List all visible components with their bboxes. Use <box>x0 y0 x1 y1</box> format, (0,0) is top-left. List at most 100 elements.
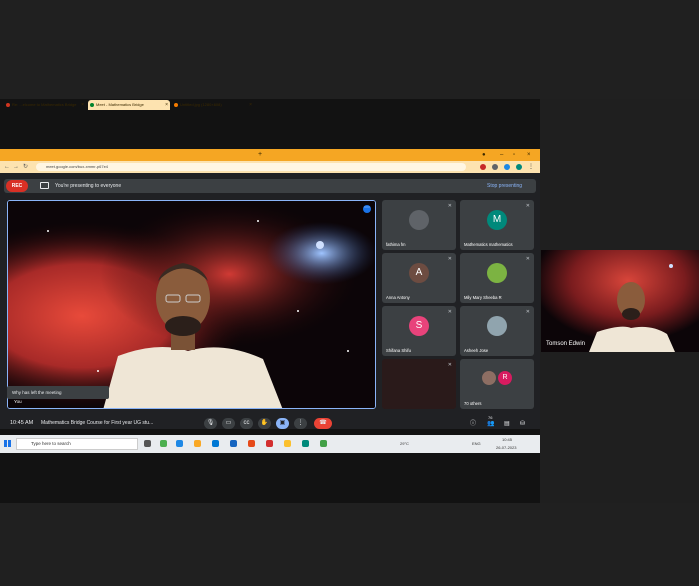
browser-tab[interactable]: Re: ...elcome to Mathematics Bridge × <box>4 100 86 110</box>
activities-icon[interactable]: ⛁ <box>520 418 525 430</box>
participant-avatar <box>487 263 507 283</box>
chrome-icon[interactable] <box>284 440 291 447</box>
tab-label: Untitled.jpg (1280×608) <box>180 102 222 107</box>
mic-off-icon: ✕ <box>447 203 452 209</box>
participant-avatar: S <box>409 316 429 336</box>
speaker-thumbnail-tile[interactable] <box>541 250 699 352</box>
letterbox-bottom <box>0 503 699 586</box>
participant-tile[interactable]: S ✕ Shifana Shifu <box>382 306 456 356</box>
browser-tab-active[interactable]: Meet - Mathematics Bridge × <box>88 100 170 110</box>
browser-tabstrip <box>0 149 540 161</box>
browser-tab[interactable]: Untitled.jpg (1280×608) × <box>172 100 254 110</box>
file-explorer-icon[interactable] <box>194 440 201 447</box>
leave-call-button[interactable]: ☎ <box>314 418 332 429</box>
image-icon <box>174 103 178 107</box>
tab-label: Meet - Mathematics Bridge <box>96 102 144 107</box>
minimize-icon[interactable]: – <box>500 149 503 161</box>
language-indicator[interactable]: ENG <box>472 439 481 449</box>
speaker-name-label: Tomson Edwin <box>546 341 586 347</box>
weather-widget[interactable]: 29°C <box>400 439 409 449</box>
captions-button[interactable]: cc <box>240 418 253 429</box>
recording-badge: REC <box>6 180 28 192</box>
participant-name: Mily Mary Sheeba R <box>464 295 502 300</box>
mic-button[interactable]: 🎙 <box>204 418 217 429</box>
participant-name: Shifana Shifu <box>386 348 411 353</box>
mic-off-icon: ✕ <box>525 256 530 262</box>
meet-icon <box>90 103 94 107</box>
meeting-clock: 10:45 AM <box>10 420 34 426</box>
left-meeting-notification: Why has left the meeting <box>7 386 109 399</box>
maximize-icon[interactable]: ▫ <box>513 149 515 161</box>
windows-start-icon[interactable] <box>4 440 11 447</box>
mic-off-icon: ✕ <box>447 362 452 368</box>
mic-off-icon: ✕ <box>525 309 530 315</box>
reload-icon[interactable]: ↻ <box>23 161 28 173</box>
taskbar-app-icon[interactable] <box>320 440 327 447</box>
meeting-info-icon[interactable]: ⓘ <box>470 418 476 430</box>
letterbox-top <box>0 0 699 99</box>
screen: Re: ...elcome to Mathematics Bridge × Me… <box>0 0 699 586</box>
more-options-button[interactable]: ⋮ <box>294 418 307 429</box>
new-tab-button[interactable]: + <box>258 149 262 161</box>
taskbar-clock-date[interactable]: 26-07-2023 <box>496 443 516 453</box>
participant-name: Asheeh Jose <box>464 348 489 353</box>
others-avatar: R <box>498 371 512 385</box>
office-icon[interactable] <box>248 440 255 447</box>
close-icon[interactable]: × <box>165 100 168 110</box>
presenting-status: You're presenting to everyone <box>55 183 122 189</box>
participant-tile[interactable]: ✕ fathima fm <box>382 200 456 250</box>
participant-avatar: M <box>487 210 507 230</box>
raise-hand-button[interactable]: ✋ <box>258 418 271 429</box>
window-close-icon[interactable]: × <box>527 149 531 161</box>
edge-icon[interactable] <box>176 440 183 447</box>
forward-icon[interactable]: → <box>13 161 19 173</box>
others-avatar-photo <box>482 371 496 385</box>
close-icon[interactable]: × <box>249 100 252 110</box>
profile-icon[interactable]: ● <box>482 149 486 161</box>
speaker-video <box>8 201 375 408</box>
participant-name: fathima fm <box>386 242 406 247</box>
meeting-title: Mathematics Bridge Course for First year… <box>41 420 154 426</box>
meet-app-icon[interactable] <box>302 440 309 447</box>
mic-off-icon: ✕ <box>447 309 452 315</box>
self-name-label: You <box>14 399 22 404</box>
mic-off-icon: ✕ <box>525 203 530 209</box>
camera-button[interactable]: ▭ <box>222 418 235 429</box>
participant-tile[interactable]: ✕ Asheeh Jose <box>460 306 534 356</box>
close-icon[interactable]: × <box>81 100 84 110</box>
present-screen-icon <box>40 182 49 189</box>
menu-icon[interactable]: ⋮ <box>528 161 534 173</box>
participant-tile[interactable]: A ✕ Anna Antony <box>382 253 456 303</box>
taskbar-app-icon[interactable] <box>160 440 167 447</box>
others-tile[interactable]: R 70 others <box>460 359 534 409</box>
stop-presenting-button[interactable]: Stop presenting <box>487 180 522 192</box>
main-video-tile[interactable]: ⋯ <box>7 200 376 409</box>
bookmark-icon[interactable] <box>504 164 510 170</box>
tab-label: Re: ...elcome to Mathematics Bridge <box>12 102 77 107</box>
speaker-thumbnail-video <box>541 250 699 352</box>
acrobat-icon[interactable] <box>266 440 273 447</box>
mail-icon[interactable] <box>230 440 237 447</box>
participant-avatar <box>487 316 507 336</box>
participant-avatar: A <box>409 263 429 283</box>
present-button[interactable]: ▣ <box>276 418 289 429</box>
taskbar-search-input[interactable]: Type here to search <box>16 438 138 450</box>
chat-icon[interactable]: ▤ <box>504 418 510 430</box>
participant-name: Anna Antony <box>386 295 410 300</box>
back-icon[interactable]: ← <box>4 161 10 173</box>
store-icon[interactable] <box>212 440 219 447</box>
participant-avatar <box>409 210 429 230</box>
extensions-puzzle-icon[interactable] <box>492 164 498 170</box>
participant-count-badge: 76 <box>488 415 493 420</box>
gmail-icon <box>6 103 10 107</box>
extension-icon[interactable] <box>480 164 486 170</box>
shared-screen: Re: ...elcome to Mathematics Bridge × Me… <box>0 99 540 503</box>
address-bar[interactable]: meet.google.com/bux-xmmr-p67e4 <box>36 163 466 171</box>
task-view-icon[interactable] <box>144 440 151 447</box>
participant-video-tile[interactable]: ✕ <box>382 359 456 409</box>
others-count-label: 70 others <box>464 401 482 406</box>
participant-tile[interactable]: ✕ Mily Mary Sheeba R <box>460 253 534 303</box>
tile-options-button[interactable]: ⋯ <box>363 205 371 213</box>
participant-tile[interactable]: M ✕ Mathematics mathematics <box>460 200 534 250</box>
profile-avatar[interactable] <box>516 164 522 170</box>
